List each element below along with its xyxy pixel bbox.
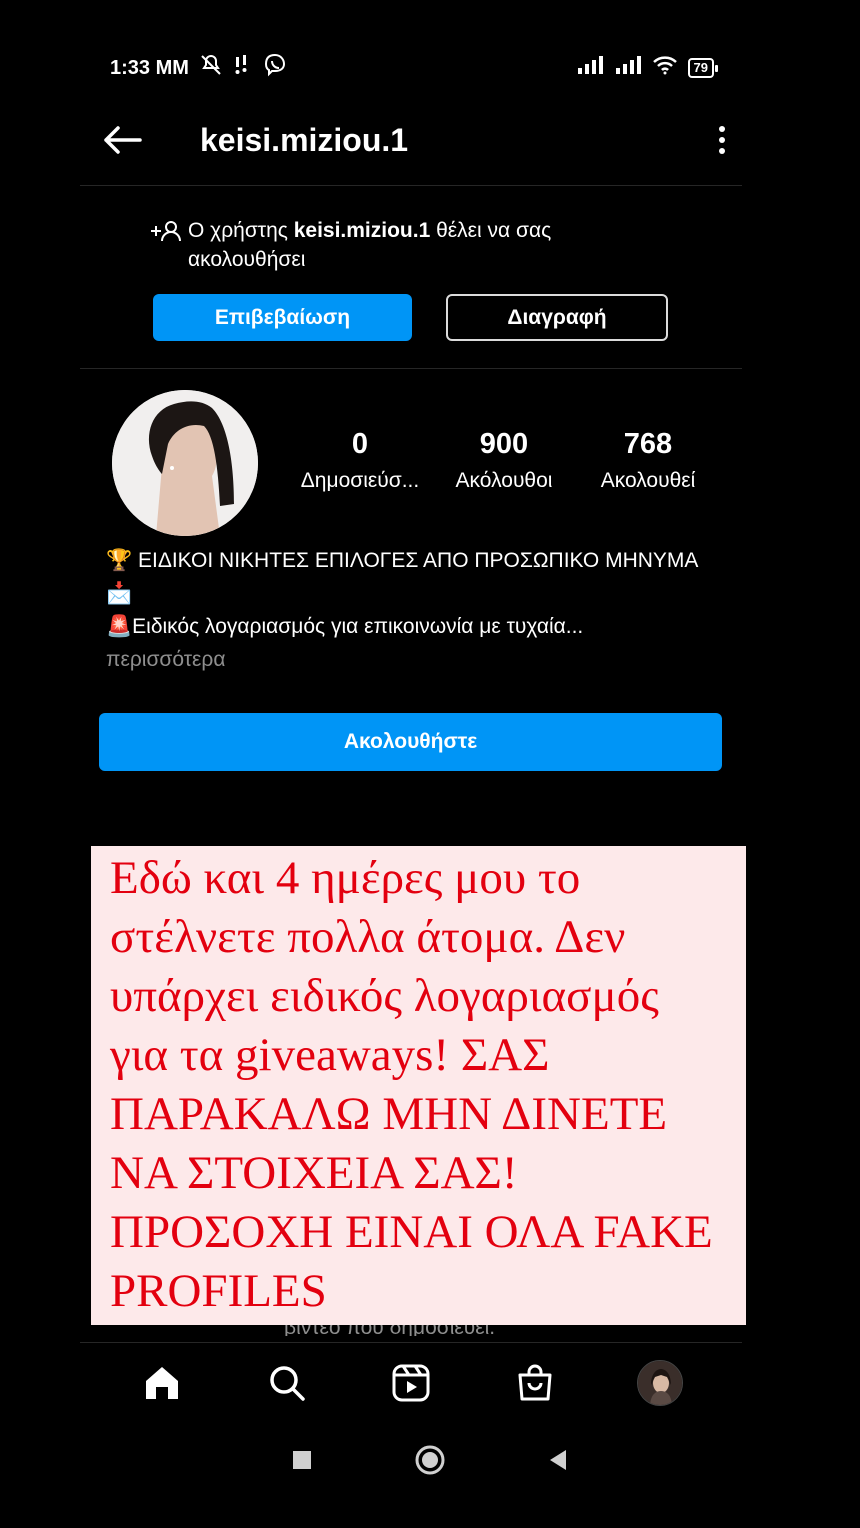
home-circle-icon[interactable] — [414, 1444, 446, 1481]
signal-dots-icon — [233, 53, 253, 83]
stat-following[interactable]: 768 Ακολουθεί — [576, 428, 720, 493]
follow-request: Ο χρήστης keisi.miziou.1 θέλει να σας ακ… — [150, 216, 670, 274]
stat-value: 768 — [623, 428, 673, 460]
header: keisi.miziou.1 — [80, 110, 742, 170]
search-icon[interactable] — [257, 1353, 317, 1413]
follow-request-prefix: Ο χρήστης — [188, 219, 294, 242]
header-divider — [80, 185, 742, 186]
follow-button[interactable]: Ακολουθήστε — [99, 713, 722, 771]
bio-line: 🚨Ειδικός λογαριασμός για επικοινωνία με … — [106, 615, 584, 638]
profile-avatar[interactable] — [630, 1353, 690, 1413]
stat-value: 900 — [479, 428, 529, 460]
hidden-caption: βίντεο που δημοσιεύει. — [284, 1324, 496, 1336]
delete-button[interactable]: Διαγραφή — [446, 294, 668, 341]
warning-note: Εδώ και 4 ημέρες μου το στέλνετε πολλα ά… — [91, 846, 746, 1325]
bio-more-link[interactable]: περισσότερα — [106, 643, 726, 676]
confirm-button[interactable]: Επιβεβαίωση — [153, 294, 412, 341]
status-bar: 1:33 MM 79 — [110, 52, 719, 84]
profile-bio: 🏆 ΕΙΔΙΚΟΙ ΝΙΚΗΤΕΣ ΕΠΙΛΟΓΕΣ ΑΠΟ ΠΡΟΣΩΠΙΚΟ… — [106, 544, 726, 676]
stat-label: Ακόλουθοι — [455, 469, 553, 492]
bottom-nav — [80, 1342, 742, 1422]
nav-avatar-image — [636, 1359, 683, 1406]
cell-signal-icon — [576, 54, 604, 82]
bio-line: 🏆 ΕΙΔΙΚΟΙ ΝΙΚΗΤΕΣ ΕΠΙΛΟΓΕΣ ΑΠΟ ΠΡΟΣΩΠΙΚΟ… — [106, 549, 698, 605]
stat-followers[interactable]: 900 Ακόλουθοι — [432, 428, 576, 493]
wifi-icon — [652, 54, 678, 82]
battery-icon: 79 — [687, 58, 719, 78]
arrow-left-icon[interactable] — [92, 110, 152, 170]
recents-square-icon[interactable] — [290, 1448, 314, 1477]
follow-request-actions: Επιβεβαίωση Διαγραφή — [153, 294, 668, 341]
status-left: 1:33 MM — [110, 53, 287, 83]
system-nav — [0, 1440, 860, 1484]
profile-stats: 0 Δημοσιεύσ... 900 Ακόλουθοι 768 Ακολουθ… — [288, 428, 720, 493]
stat-label: Δημοσιεύσ... — [300, 469, 420, 492]
page-title: keisi.miziou.1 — [200, 121, 409, 158]
home-icon[interactable] — [132, 1353, 192, 1413]
add-user-icon — [150, 220, 182, 274]
stat-posts[interactable]: 0 Δημοσιεύσ... — [288, 428, 432, 493]
follow-request-username[interactable]: keisi.miziou.1 — [294, 219, 431, 242]
cell-signal-icon — [614, 54, 642, 82]
stat-label: Ακολουθεί — [600, 469, 696, 492]
request-divider — [80, 368, 742, 369]
more-vertical-icon[interactable] — [702, 120, 742, 160]
follow-request-text: Ο χρήστης keisi.miziou.1 θέλει να σας ακ… — [188, 216, 670, 274]
profile-avatar[interactable] — [112, 390, 258, 536]
mute-icon — [199, 53, 223, 83]
viber-icon — [263, 53, 287, 83]
back-triangle-icon[interactable] — [546, 1448, 570, 1477]
shop-icon[interactable] — [505, 1353, 565, 1413]
status-right: 79 — [576, 54, 719, 82]
stat-value: 0 — [351, 428, 369, 460]
reels-icon[interactable] — [381, 1353, 441, 1413]
status-time: 1:33 MM — [110, 56, 189, 79]
